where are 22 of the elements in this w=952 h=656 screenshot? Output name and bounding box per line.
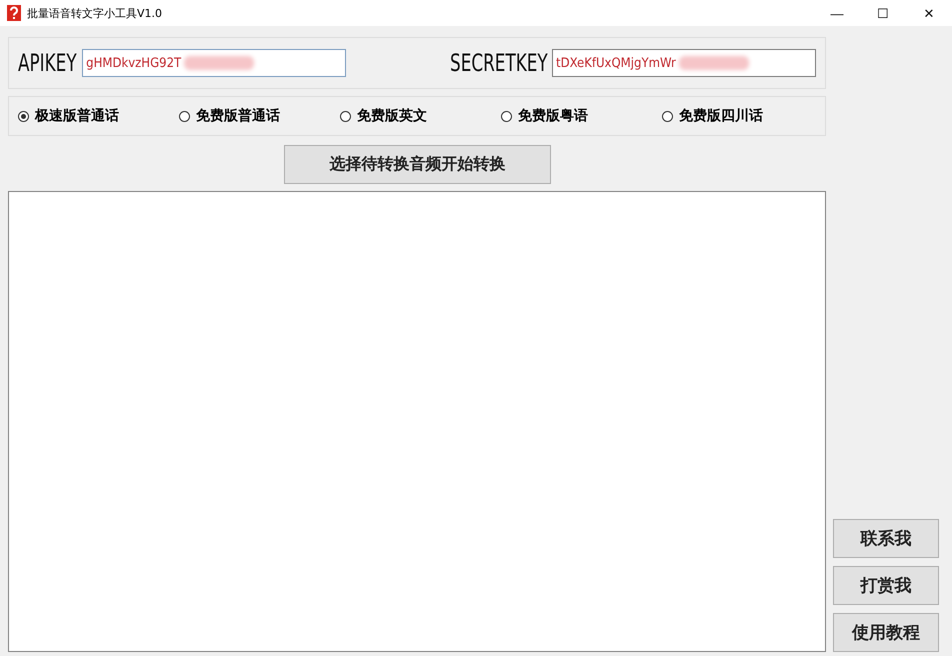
radio-circle-icon[interactable] <box>18 110 29 122</box>
side-button[interactable]: 使用教程 <box>833 613 939 652</box>
mode-radio-button[interactable]: 极速版普通话 <box>18 107 179 125</box>
side-button[interactable]: 打赏我 <box>833 566 939 605</box>
radio-circle-icon[interactable] <box>662 110 673 122</box>
convert-button[interactable]: 选择待转换音频开始转换 <box>284 145 551 184</box>
mode-radio-button[interactable]: 免费版粤语 <box>501 107 662 125</box>
key-label: APIKEY <box>18 49 77 77</box>
mode-radio-button[interactable]: 免费版英文 <box>340 107 501 125</box>
redaction-mark <box>184 56 254 70</box>
question-mark-icon <box>7 5 21 21</box>
window-title: 批量语音转文字小工具V1.0 <box>27 6 162 20</box>
mode-radio-button[interactable]: 免费版四川话 <box>662 107 823 125</box>
key-input-field[interactable]: tDXeKfUxQMjgYmWr <box>552 49 816 77</box>
mode-radio-button[interactable]: 免费版普通话 <box>179 107 340 125</box>
radio-circle-icon[interactable] <box>179 110 190 122</box>
radio-circle-icon[interactable] <box>501 110 512 122</box>
radio-circle-icon[interactable] <box>340 110 351 122</box>
redaction-mark <box>678 56 749 70</box>
side-button[interactable]: 联系我 <box>833 519 939 558</box>
key-label: SECRETKEY <box>450 49 548 77</box>
key-input-field[interactable]: gHMDkvzHG92T <box>82 49 346 77</box>
